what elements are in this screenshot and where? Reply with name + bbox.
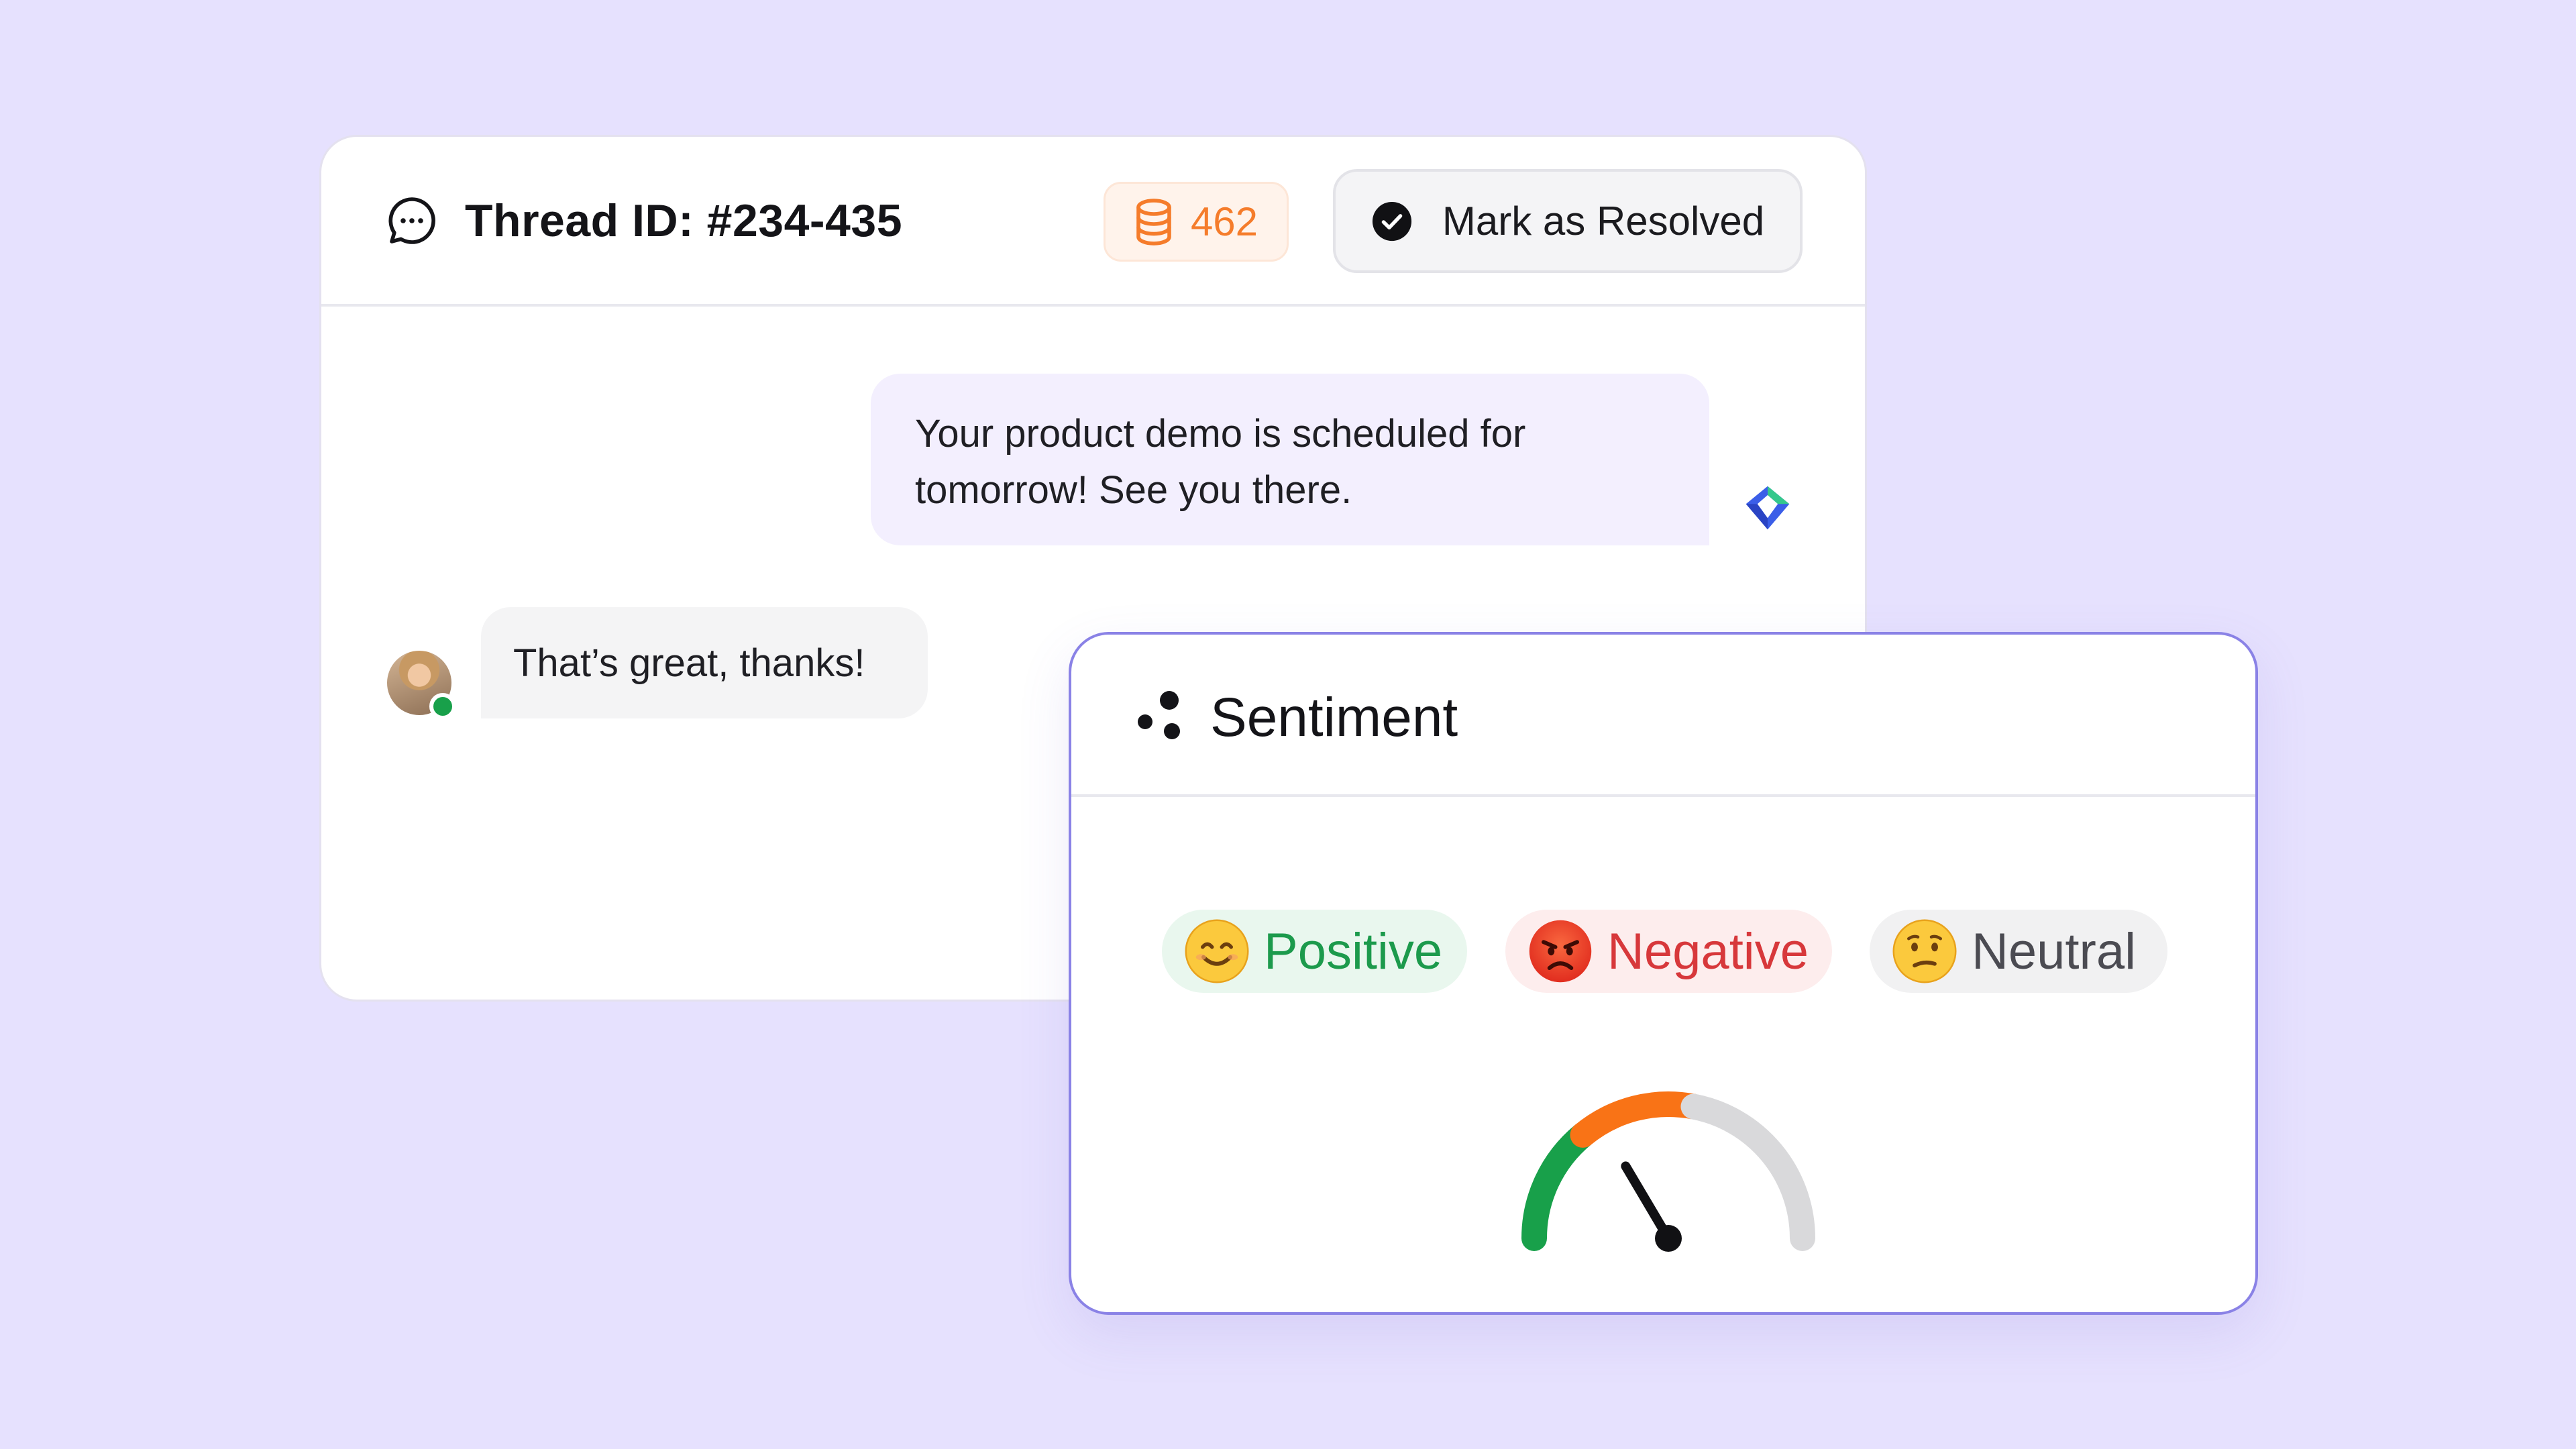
thread-title: Thread ID: #234-435 — [465, 195, 903, 246]
sentiment-label-neutral: Neutral — [1972, 922, 2136, 980]
gauge-needle-hub — [1655, 1225, 1682, 1252]
gauge-segment-joint — [1570, 1122, 1596, 1148]
sentiment-chip-negative[interactable]: Negative — [1505, 910, 1832, 993]
chat-bubble-dots-icon — [388, 197, 435, 244]
angry-face-icon — [1529, 920, 1592, 983]
confused-face-icon — [1892, 919, 1957, 983]
sentiment-chip-positive[interactable]: Positive — [1162, 910, 1467, 993]
credits-count: 462 — [1190, 199, 1258, 244]
sentiment-chip-neutral[interactable]: Neutral — [1870, 910, 2167, 993]
credits-badge: 462 — [1104, 182, 1289, 262]
outgoing-message: Your product demo is scheduled for tomor… — [871, 374, 1709, 545]
dots-icon — [1138, 691, 1180, 739]
sentiment-gauge — [1521, 1091, 1815, 1252]
sentiment-card: Sentiment Positive Negative Neutral — [1069, 632, 2258, 1315]
avatar[interactable] — [385, 649, 456, 720]
gauge-segment-neutral — [1680, 1093, 1815, 1251]
gauge-segment-negative — [1574, 1091, 1697, 1145]
incoming-message: That’s great, thanks! — [481, 607, 928, 718]
sentiment-label-positive: Positive — [1264, 922, 1443, 980]
sentiment-label-negative: Negative — [1607, 922, 1809, 980]
thread-header: Thread ID: #234-435 462 Mark as Resolved — [321, 137, 1865, 307]
brand-logo-icon — [1746, 486, 1790, 530]
canvas: Thread ID: #234-435 462 Mark as Resolved… — [0, 0, 2576, 1449]
mark-as-resolved-button[interactable]: Mark as Resolved — [1333, 169, 1803, 273]
online-status-indicator — [429, 693, 456, 720]
mark-as-resolved-label: Mark as Resolved — [1442, 199, 1765, 244]
smiling-face-icon — [1185, 919, 1249, 983]
sentiment-header: Sentiment — [1071, 635, 2255, 797]
sentiment-title: Sentiment — [1210, 687, 1458, 748]
gauge-segment-positive — [1521, 1122, 1596, 1251]
check-circle-icon — [1372, 201, 1411, 241]
coin-stack-icon — [1136, 198, 1171, 246]
